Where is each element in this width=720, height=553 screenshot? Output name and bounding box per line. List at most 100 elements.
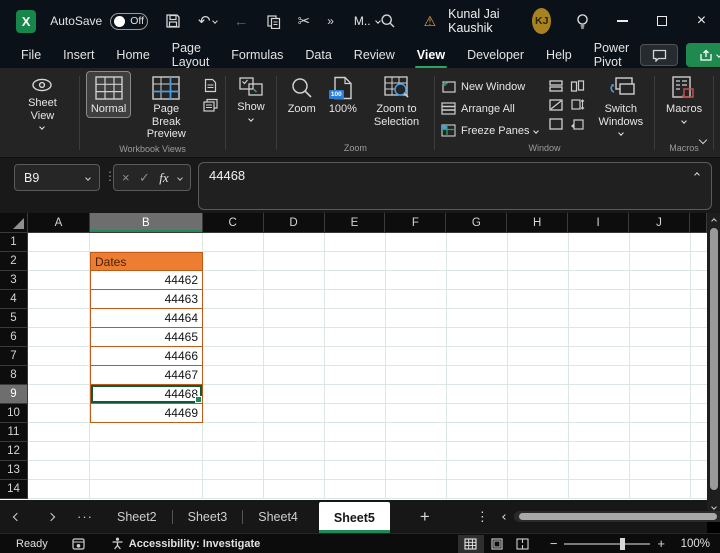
cell-F12[interactable] <box>386 442 447 461</box>
cell-C2[interactable] <box>203 252 264 271</box>
cell-A1[interactable] <box>28 233 90 252</box>
cell-I9[interactable] <box>569 385 630 404</box>
cell-C4[interactable] <box>203 290 264 309</box>
cell-I13[interactable] <box>569 461 630 480</box>
cell-E4[interactable] <box>325 290 386 309</box>
zoom-to-selection-button[interactable]: Zoom to Selection <box>365 71 428 130</box>
horizontal-scroll-thumb[interactable] <box>519 513 717 520</box>
page-break-view-shortcut[interactable] <box>510 535 536 553</box>
column-header-I[interactable]: I <box>568 213 629 233</box>
cell-partial-5[interactable] <box>691 309 707 328</box>
cell-H11[interactable] <box>508 423 569 442</box>
normal-view-shortcut[interactable] <box>458 535 484 553</box>
cell-A11[interactable] <box>28 423 90 442</box>
copy-button[interactable] <box>266 14 281 29</box>
row-header-7[interactable]: 7 <box>0 347 28 366</box>
cell-D10[interactable] <box>264 404 325 423</box>
cell-H7[interactable] <box>508 347 569 366</box>
cell-D7[interactable] <box>264 347 325 366</box>
cell-partial-3[interactable] <box>691 271 707 290</box>
cell-E5[interactable] <box>325 309 386 328</box>
cell-C8[interactable] <box>203 366 264 385</box>
column-header-A[interactable]: A <box>28 213 90 233</box>
cell-B13[interactable] <box>90 461 203 480</box>
more-commands-button[interactable]: » <box>327 15 334 27</box>
cell-J2[interactable] <box>630 252 691 271</box>
cell-partial-10[interactable] <box>691 404 707 423</box>
cell-F9[interactable] <box>386 385 447 404</box>
accessibility-status-button[interactable]: Accessibility: Investigate <box>111 537 260 550</box>
cell-E8[interactable] <box>325 366 386 385</box>
save-button[interactable] <box>165 13 181 29</box>
cell-A9[interactable] <box>28 385 90 404</box>
cell-I4[interactable] <box>569 290 630 309</box>
user-name[interactable]: Kunal Jai Kaushik <box>448 7 521 35</box>
cell-C13[interactable] <box>203 461 264 480</box>
cell-F8[interactable] <box>386 366 447 385</box>
page-layout-view-button[interactable] <box>201 78 219 93</box>
row-header-8[interactable]: 8 <box>0 366 28 385</box>
column-header-E[interactable]: E <box>325 213 386 233</box>
cell-D6[interactable] <box>264 328 325 347</box>
scroll-up-icon[interactable] <box>711 218 717 224</box>
cell-B9[interactable]: 44468 <box>90 385 203 404</box>
tab-developer[interactable]: Developer <box>456 42 535 68</box>
cell-A4[interactable] <box>28 290 90 309</box>
collapse-formula-bar-button[interactable] <box>694 172 700 178</box>
cell-B5[interactable]: 44464 <box>90 309 203 328</box>
cell-F6[interactable] <box>386 328 447 347</box>
cell-partial-7[interactable] <box>691 347 707 366</box>
column-header-C[interactable]: C <box>203 213 264 233</box>
avatar[interactable]: KJ <box>532 8 551 34</box>
tab-formulas[interactable]: Formulas <box>220 42 294 68</box>
cell-I14[interactable] <box>569 480 630 499</box>
tab-view[interactable]: View <box>406 42 456 68</box>
cell-B2[interactable]: Dates <box>90 252 203 271</box>
custom-views-button[interactable] <box>201 97 219 112</box>
row-header-12[interactable]: 12 <box>0 442 28 461</box>
cell-I2[interactable] <box>569 252 630 271</box>
sheet-options-button[interactable]: ⋮ <box>476 509 489 525</box>
cell-B8[interactable]: 44467 <box>90 366 203 385</box>
cell-G10[interactable] <box>447 404 508 423</box>
undo-button[interactable]: ↶ <box>198 14 217 29</box>
cell-E9[interactable] <box>325 385 386 404</box>
cell-D9[interactable] <box>264 385 325 404</box>
cell-I8[interactable] <box>569 366 630 385</box>
lightbulb-button[interactable] <box>575 13 590 30</box>
zoom-percentage[interactable]: 100% <box>672 538 710 550</box>
cell-J11[interactable] <box>630 423 691 442</box>
cell-G7[interactable] <box>447 347 508 366</box>
cell-J5[interactable] <box>630 309 691 328</box>
freeze-panes-button[interactable]: Freeze Panes <box>441 121 538 140</box>
tab-review[interactable]: Review <box>343 42 406 68</box>
column-header-F[interactable]: F <box>385 213 446 233</box>
cell-C7[interactable] <box>203 347 264 366</box>
cell-A10[interactable] <box>28 404 90 423</box>
cell-G6[interactable] <box>447 328 508 347</box>
reset-window-position-button[interactable] <box>568 116 586 131</box>
cell-D8[interactable] <box>264 366 325 385</box>
cell-D11[interactable] <box>264 423 325 442</box>
cell-G1[interactable] <box>447 233 508 252</box>
column-header-B[interactable]: B <box>90 213 203 233</box>
cell-C14[interactable] <box>203 480 264 499</box>
column-header-H[interactable]: H <box>507 213 568 233</box>
previous-sheet-button[interactable] <box>0 500 34 533</box>
cut-button[interactable]: ✂ <box>298 14 311 29</box>
cell-partial-12[interactable] <box>691 442 707 461</box>
cell-D4[interactable] <box>264 290 325 309</box>
cell-I10[interactable] <box>569 404 630 423</box>
cell-partial-14[interactable] <box>691 480 707 499</box>
cell-D2[interactable] <box>264 252 325 271</box>
zoom-slider-thumb[interactable] <box>620 538 625 550</box>
cell-I11[interactable] <box>569 423 630 442</box>
cell-J8[interactable] <box>630 366 691 385</box>
cell-A2[interactable] <box>28 252 90 271</box>
row-header-1[interactable]: 1 <box>0 233 28 252</box>
cell-D3[interactable] <box>264 271 325 290</box>
cell-E6[interactable] <box>325 328 386 347</box>
cell-J13[interactable] <box>630 461 691 480</box>
horizontal-scroll-track[interactable] <box>514 511 720 522</box>
cell-partial-1[interactable] <box>691 233 707 252</box>
